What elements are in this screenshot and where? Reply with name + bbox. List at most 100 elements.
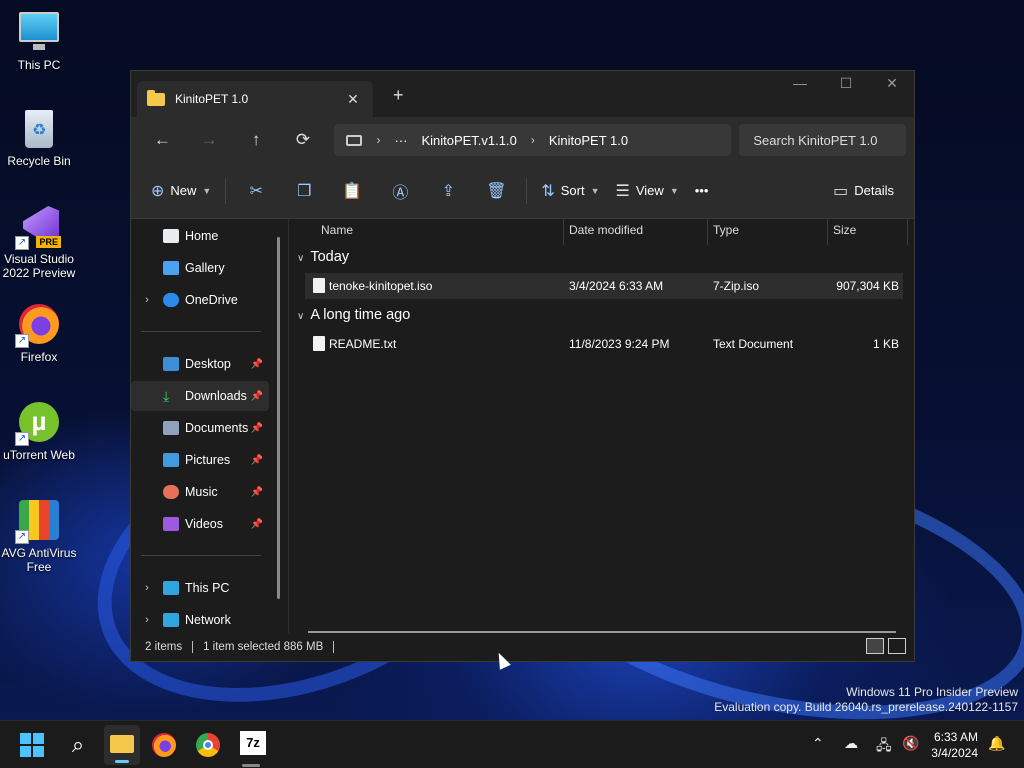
file-icon	[313, 278, 325, 293]
desktop-icon-firefox[interactable]: ↗ Firefox	[0, 302, 78, 364]
breadcrumb-segment[interactable]: KinitoPET 1.0	[549, 133, 628, 148]
details-view-icon[interactable]	[866, 638, 884, 654]
desktop-icon-avg[interactable]: ↗ AVG AntiVirus Free	[0, 498, 78, 574]
column-divider[interactable]	[827, 219, 828, 245]
delete-icon[interactable]: 🗑	[472, 181, 520, 201]
taskbar-file-explorer[interactable]	[104, 725, 140, 765]
search-icon[interactable]: ⌕	[64, 731, 92, 759]
table-row[interactable]: README.txt 11/8/2023 9:24 PM Text Docume…	[305, 331, 903, 357]
monitor-icon	[17, 10, 61, 54]
7zip-icon: 7z	[246, 735, 260, 750]
column-divider[interactable]	[707, 219, 708, 245]
column-header-type[interactable]: Type	[713, 223, 739, 241]
sidebar-item-network[interactable]: › Network	[131, 605, 269, 635]
column-divider[interactable]	[907, 219, 908, 245]
pin-icon: 📌	[250, 358, 263, 370]
chevron-right-icon[interactable]: ›	[131, 614, 163, 626]
clock[interactable]: 6:33 AM 3/4/2024	[931, 729, 978, 761]
refresh-button[interactable]: ⟳	[280, 130, 327, 150]
group-header-long-ago[interactable]: ∨ A long time ago	[297, 307, 410, 323]
tab-kinitopet[interactable]: KinitoPET 1.0 ✕	[137, 81, 373, 117]
column-header-size[interactable]: Size	[833, 223, 856, 241]
file-explorer-window: KinitoPET 1.0 ✕ + — ☐ ✕ ← → ↑ ⟳ › ··· Ki…	[130, 70, 915, 662]
sidebar-item-pictures[interactable]: Pictures 📌	[131, 445, 269, 475]
desktop-icon-visual-studio[interactable]: PRE ↗ Visual Studio 2022 Preview	[0, 204, 78, 280]
paste-icon[interactable]: 📋	[328, 181, 376, 201]
view-button[interactable]: ☰ View ▼	[608, 175, 687, 207]
desktop-icon-label: This PC	[17, 58, 61, 72]
details-pane-button[interactable]: ▭ Details	[825, 175, 902, 207]
sidebar-item-desktop[interactable]: Desktop 📌	[131, 349, 269, 379]
sidebar-item-label: Gallery	[185, 261, 225, 275]
sidebar-item-label: Documents	[185, 421, 249, 435]
column-divider[interactable]	[563, 219, 564, 245]
shortcut-arrow-icon: ↗	[15, 530, 29, 544]
search-input[interactable]: Search KinitoPET 1.0	[739, 124, 906, 156]
table-row[interactable]: tenoke-kinitopet.iso 3/4/2024 6:33 AM 7-…	[305, 273, 903, 299]
column-header-name[interactable]: Name	[321, 223, 353, 241]
sort-button[interactable]: ⇅ Sort ▼	[533, 175, 607, 207]
sidebar-item-videos[interactable]: Videos 📌	[131, 509, 269, 539]
new-label: New	[170, 183, 197, 198]
navigation-scrollbar[interactable]	[277, 237, 280, 599]
column-header-date-modified[interactable]: Date modified	[569, 223, 643, 241]
chevron-right-icon[interactable]: ›	[131, 582, 163, 594]
windows-watermark: Windows 11 Pro Insider Preview Evaluatio…	[714, 685, 1018, 715]
volume-muted-icon[interactable]: 🔇	[902, 735, 919, 752]
taskbar-chrome[interactable]	[196, 733, 220, 757]
divider	[141, 555, 261, 556]
watermark-line: Windows 11 Pro Insider Preview	[846, 685, 1018, 699]
sidebar-item-music[interactable]: Music 📌	[131, 477, 269, 507]
file-size: 1 KB	[872, 337, 899, 351]
up-button[interactable]: ↑	[233, 130, 280, 150]
forward-button[interactable]: →	[186, 130, 233, 150]
minimize-button[interactable]: —	[777, 75, 823, 91]
taskbar-7zip[interactable]: 7z	[240, 731, 266, 755]
breadcrumb-overflow[interactable]: ···	[394, 133, 407, 148]
file-list: Name Date modified Type Size ∨ Today teno…	[291, 219, 914, 633]
sort-label: Sort	[560, 183, 585, 198]
tab-close-button[interactable]: ✕	[343, 91, 363, 108]
sidebar-item-documents[interactable]: Documents 📌	[131, 413, 269, 443]
shortcut-arrow-icon: ↗	[15, 334, 29, 348]
sidebar-item-downloads[interactable]: ⤓ Downloads 📌	[131, 381, 269, 411]
desktop-icon-this-pc[interactable]: This PC	[0, 10, 78, 72]
onedrive-offline-icon[interactable]: ☁	[844, 735, 858, 752]
close-window-button[interactable]: ✕	[869, 75, 915, 92]
maximize-button[interactable]: ☐	[823, 75, 869, 92]
breadcrumb-segment[interactable]: KinitoPET.v1.1.0	[421, 133, 516, 148]
monitor-icon[interactable]	[346, 134, 363, 146]
breadcrumb[interactable]: › ··· KinitoPET.v1.1.0 › KinitoPET 1.0	[334, 124, 732, 156]
desktop-icon-recycle-bin[interactable]: ♻ Recycle Bin	[0, 106, 78, 168]
sidebar-item-this-pc[interactable]: › This PC	[131, 573, 269, 603]
file-date: 3/4/2024 6:33 AM	[569, 279, 664, 293]
new-tab-button[interactable]: +	[393, 85, 404, 106]
rename-icon[interactable]: Ⓐ	[376, 179, 424, 203]
start-button[interactable]	[20, 733, 44, 757]
new-button[interactable]: ⊕ New ▼	[143, 175, 219, 207]
chevron-right-icon[interactable]: ›	[131, 294, 163, 306]
sidebar-item-onedrive[interactable]: › OneDrive	[131, 285, 269, 315]
desktop-icon-utorrent[interactable]: µ ↗ uTorrent Web	[0, 400, 78, 462]
sidebar-item-label: Network	[185, 613, 231, 627]
address-bar-row: ← → ↑ ⟳ › ··· KinitoPET.v1.1.0 › KinitoP…	[131, 117, 914, 163]
large-icons-view-icon[interactable]	[888, 638, 906, 654]
sidebar-item-home[interactable]: Home	[131, 221, 269, 251]
file-name: README.txt	[329, 337, 397, 351]
copy-icon[interactable]: ❐	[280, 181, 328, 201]
taskbar-firefox[interactable]	[152, 733, 176, 757]
cut-icon[interactable]: ✂	[232, 181, 280, 201]
divider	[333, 641, 335, 653]
sidebar-item-gallery[interactable]: Gallery	[131, 253, 269, 283]
back-button[interactable]: ←	[139, 130, 186, 150]
taskbar: ⌕ 7z ⌃ ☁ 🖧 🔇 6:33 AM 3/4/2024 🔔	[0, 720, 1024, 768]
share-icon[interactable]: ⇪	[424, 181, 472, 201]
notification-bell-icon[interactable]: 🔔	[988, 735, 1005, 752]
monitor-icon	[163, 581, 179, 595]
sidebar-item-label: Music	[185, 485, 218, 499]
group-header-today[interactable]: ∨ Today	[297, 249, 349, 265]
clock-time: 6:33 AM	[933, 730, 978, 744]
chevron-up-icon[interactable]: ⌃	[812, 735, 824, 752]
more-options-button[interactable]: •••	[687, 175, 717, 207]
network-icon[interactable]: 🖧	[876, 735, 892, 759]
